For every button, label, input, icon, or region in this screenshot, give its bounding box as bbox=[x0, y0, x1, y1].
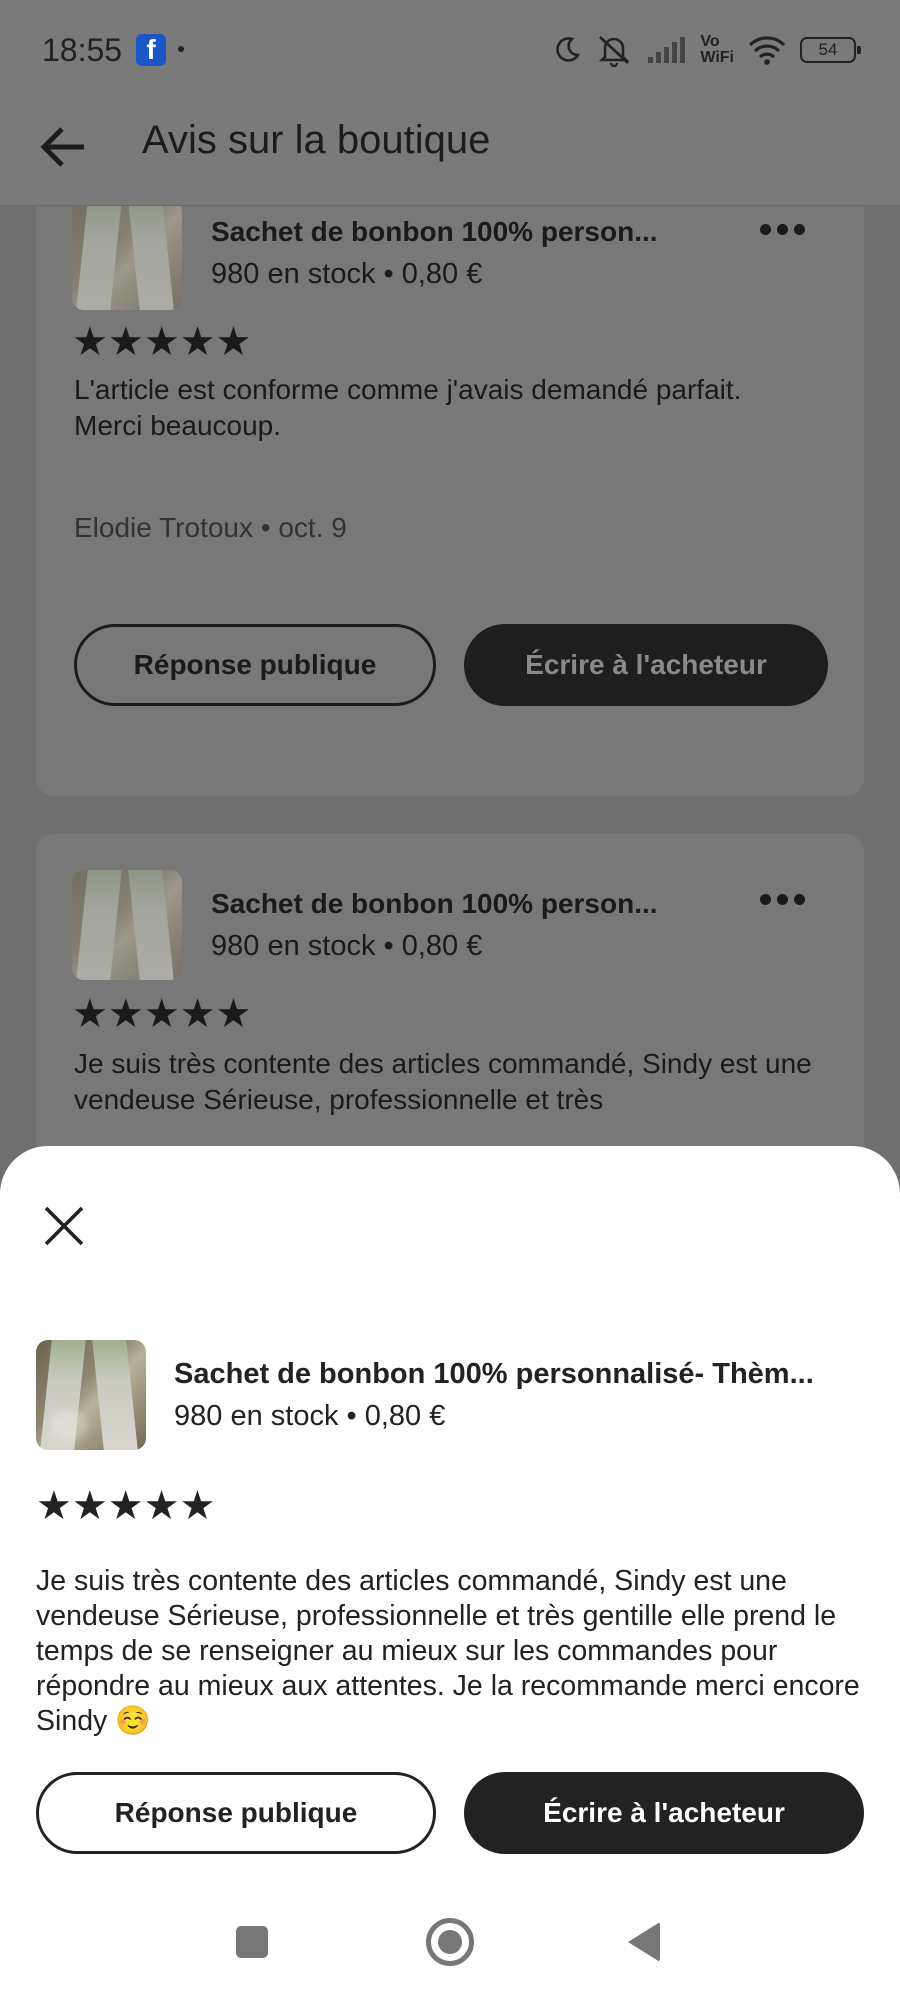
item-title[interactable]: Sachet de bonbon 100% person... bbox=[211, 888, 658, 920]
app-bar: Avis sur la boutique bbox=[0, 100, 900, 206]
signal-icon bbox=[648, 37, 686, 63]
page-title: Avis sur la boutique bbox=[142, 118, 491, 162]
review-card: Sachet de bonbon 100% person... 980 en s… bbox=[36, 206, 864, 796]
item-title[interactable]: Sachet de bonbon 100% person... bbox=[211, 216, 658, 248]
review-author-date: Elodie Trotoux • oct. 9 bbox=[74, 512, 347, 543]
item-title[interactable]: Sachet de bonbon 100% personnalisé- Thèm… bbox=[174, 1358, 814, 1391]
stars-text: ★★★★★ bbox=[36, 1484, 216, 1528]
thumbnail-bag bbox=[76, 870, 122, 980]
more-options-icon[interactable] bbox=[754, 214, 810, 244]
status-time: 18:55 bbox=[42, 32, 123, 68]
facebook-notification-icon: f bbox=[136, 34, 166, 66]
review-text: Je suis très contente des articles comma… bbox=[36, 1565, 860, 1737]
public-reply-button[interactable]: Réponse publique bbox=[74, 624, 436, 706]
mute-icon bbox=[599, 35, 630, 67]
write-buyer-button[interactable]: Écrire à l'acheteur bbox=[464, 1772, 864, 1854]
status-icons: Vo WiFi 54 bbox=[552, 30, 861, 70]
wifi-icon bbox=[748, 36, 786, 65]
thumbnail-bag bbox=[76, 206, 122, 310]
battery-icon: 54 bbox=[800, 37, 861, 63]
home-icon[interactable] bbox=[426, 1918, 474, 1966]
star-rating: ★★★★★ bbox=[36, 1486, 215, 1526]
recent-apps-icon[interactable] bbox=[236, 1926, 268, 1958]
product-thumbnail[interactable] bbox=[72, 206, 182, 310]
vowifi-top: Vo bbox=[700, 33, 720, 50]
star-rating: ★★★★★ bbox=[72, 322, 251, 362]
back-arrow-icon[interactable] bbox=[38, 122, 88, 172]
item-stock-price: 980 en stock • 0,80 € bbox=[211, 258, 483, 290]
product-thumbnail[interactable] bbox=[72, 870, 182, 980]
star-rating: ★★★★★ bbox=[72, 994, 251, 1034]
screen: 18:55 f Vo WiFi 54 Avis sur la boutique … bbox=[0, 0, 900, 2000]
notification-dot bbox=[178, 46, 184, 52]
system-nav-bar bbox=[0, 1880, 900, 2000]
close-icon[interactable] bbox=[40, 1202, 88, 1250]
write-buyer-button[interactable]: Écrire à l'acheteur bbox=[464, 624, 828, 706]
thumbnail-bag bbox=[92, 1340, 138, 1450]
review-detail-sheet: Sachet de bonbon 100% personnalisé- Thèm… bbox=[0, 1146, 900, 2000]
item-stock-price: 980 en stock • 0,80 € bbox=[211, 930, 483, 962]
public-reply-button[interactable]: Réponse publique bbox=[36, 1772, 436, 1854]
status-bar: 18:55 f Vo WiFi 54 bbox=[0, 0, 900, 100]
review-text: Je suis très contente des articles comma… bbox=[74, 1048, 812, 1115]
thumbnail-glare bbox=[48, 1410, 88, 1440]
thumbnail-bag bbox=[128, 206, 174, 310]
review-text: L'article est conforme comme j'avais dem… bbox=[74, 374, 742, 441]
stars-text: ★★★★★ bbox=[72, 320, 252, 364]
thumbnail-bag bbox=[128, 870, 174, 980]
stars-text: ★★★★★ bbox=[72, 992, 252, 1036]
product-thumbnail[interactable] bbox=[36, 1340, 146, 1450]
moon-icon bbox=[556, 37, 581, 62]
vowifi-icon: Vo WiFi bbox=[700, 34, 734, 66]
back-triangle-icon[interactable] bbox=[628, 1922, 660, 1962]
item-stock-price: 980 en stock • 0,80 € bbox=[174, 1400, 446, 1432]
more-options-icon[interactable] bbox=[754, 884, 810, 914]
vowifi-bottom: WiFi bbox=[700, 49, 734, 66]
